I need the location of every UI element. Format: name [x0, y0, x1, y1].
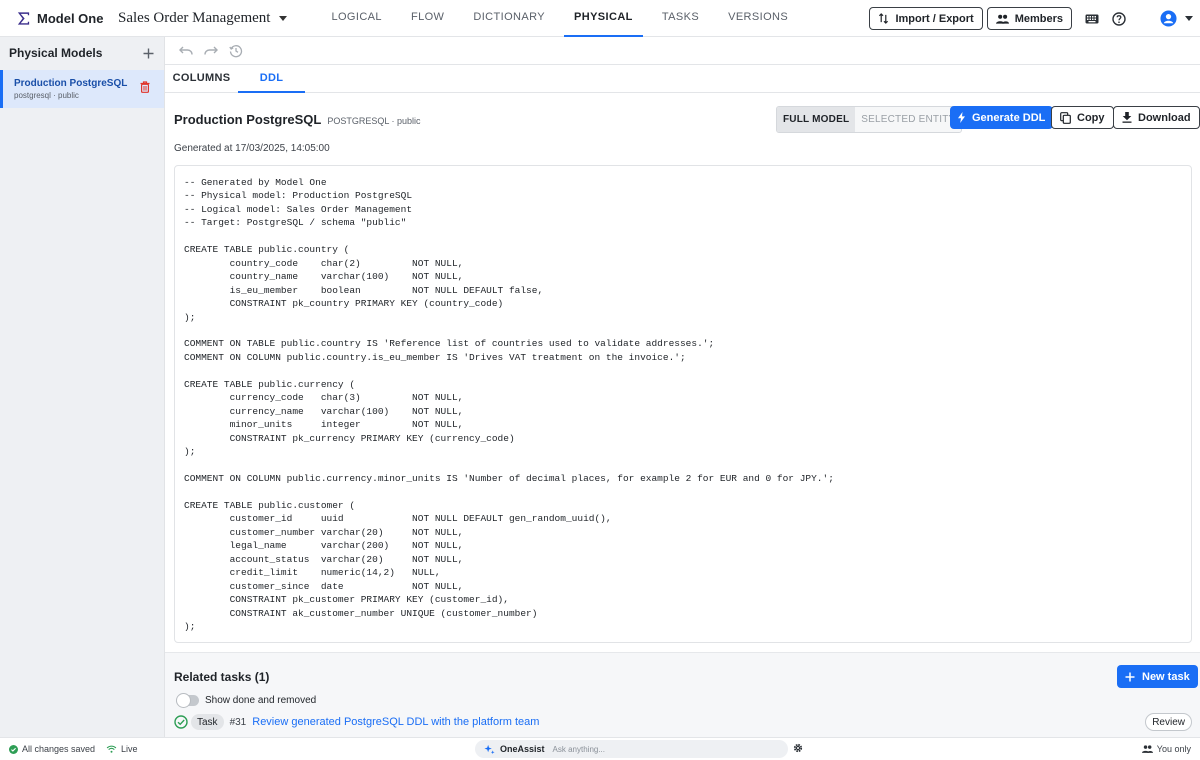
show-done-row: Show done and removed: [176, 693, 317, 708]
model-selector[interactable]: Sales Order Management: [118, 9, 288, 27]
download-label: Download: [1138, 111, 1191, 124]
help-icon: [1112, 11, 1126, 26]
generated-timestamp: Generated at 17/03/2025, 14:05:00: [174, 143, 330, 154]
main-nav: LOGICAL FLOW DICTIONARY PHYSICAL TASKS V…: [321, 0, 807, 37]
tab-columns[interactable]: COLUMNS: [165, 65, 238, 93]
history-icon: [229, 44, 243, 57]
ddl-code-panel[interactable]: -- Generated by Model One -- Physical mo…: [174, 165, 1192, 643]
model-meta: POSTGRESQL · public: [327, 115, 421, 126]
live-status-label: Live: [121, 744, 138, 754]
task-number: #31: [229, 716, 247, 728]
download-button[interactable]: Download: [1113, 106, 1200, 129]
tab-ddl[interactable]: DDL: [238, 65, 305, 93]
tab-dictionary[interactable]: DICTIONARY: [463, 0, 555, 37]
import-export-label: Import / Export: [895, 12, 974, 25]
copy-button[interactable]: Copy: [1051, 106, 1114, 129]
related-tasks-panel: Related tasks (1) New task Show done and…: [165, 652, 1200, 737]
related-tasks-title: Related tasks (1): [174, 670, 270, 684]
show-done-toggle[interactable]: [176, 693, 199, 708]
review-button[interactable]: Review: [1145, 713, 1192, 731]
ddl-code: -- Generated by Model One -- Physical mo…: [184, 177, 834, 632]
help-button[interactable]: [1108, 8, 1130, 30]
check-circle-icon: [174, 715, 188, 729]
assistant-input[interactable]: Ask anything...: [553, 745, 605, 754]
sidebar-header: Physical Models: [0, 37, 164, 69]
chevron-down-icon: [1184, 15, 1193, 21]
status-bar: All changes saved Live OneAssist Ask any…: [0, 737, 1200, 760]
check-circle-icon: [9, 744, 18, 754]
brand-name: Model One: [37, 10, 104, 26]
assistant-name: OneAssist: [500, 744, 545, 754]
import-export-button[interactable]: Import / Export: [869, 7, 983, 30]
sidebar: Physical Models Production PostgreSQL po…: [0, 37, 165, 737]
task-type-badge: Task: [191, 714, 224, 730]
copy-icon: [1060, 111, 1071, 124]
presence-status: You only: [1141, 744, 1191, 754]
sparkle-icon: [484, 744, 495, 754]
history-button[interactable]: [227, 42, 245, 60]
plus-icon[interactable]: [143, 48, 154, 59]
redo-icon: [204, 46, 218, 55]
members-button[interactable]: Members: [986, 7, 1072, 30]
keyboard-icon: [1085, 14, 1099, 23]
generate-ddl-button[interactable]: Generate DDL: [950, 106, 1054, 129]
swap-vertical-icon: [879, 13, 889, 24]
brand[interactable]: Model One: [0, 11, 118, 26]
chevron-down-icon: [279, 15, 288, 21]
tab-flow[interactable]: FLOW: [401, 0, 454, 37]
generate-ddl-label: Generate DDL: [972, 111, 1046, 124]
page-title: Production PostgreSQL: [174, 112, 322, 127]
scope-toggle: FULL MODEL SELECTED ENTITY: [776, 106, 963, 133]
sigma-logo-icon: [17, 11, 30, 25]
group-icon: [1141, 745, 1153, 753]
sidebar-title: Physical Models: [9, 46, 103, 60]
tab-physical[interactable]: PHYSICAL: [563, 0, 643, 37]
gear-icon[interactable]: [793, 743, 803, 753]
task-row: Task #31 Review generated PostgreSQL DDL…: [174, 713, 1192, 731]
undo-icon: [179, 46, 193, 55]
live-status: Live: [106, 744, 138, 754]
save-status: All changes saved: [9, 744, 95, 754]
history-toolbar: [165, 37, 1200, 65]
new-task-button[interactable]: New task: [1117, 665, 1198, 688]
delete-icon[interactable]: [140, 81, 150, 93]
model-title: Sales Order Management: [118, 9, 271, 26]
account-menu-button[interactable]: [1156, 8, 1196, 30]
bolt-icon: [958, 112, 965, 123]
ddl-header: Production PostgreSQL POSTGRESQL · publi…: [174, 106, 1200, 133]
undo-button[interactable]: [177, 42, 195, 60]
avatar-icon: [1159, 10, 1177, 27]
sidebar-item-production-postgresql[interactable]: Production PostgreSQL postgresql · publi…: [0, 70, 164, 108]
redo-button[interactable]: [202, 42, 220, 60]
tab-tasks[interactable]: TASKS: [652, 0, 709, 37]
scope-selected-entity[interactable]: SELECTED ENTITY: [855, 107, 962, 132]
download-icon: [1122, 112, 1132, 123]
members-label: Members: [1014, 12, 1063, 25]
task-title-link[interactable]: Review generated PostgreSQL DDL with the…: [252, 716, 539, 728]
show-done-label: Show done and removed: [205, 695, 317, 706]
plus-icon: [1125, 672, 1135, 681]
tab-versions[interactable]: VERSIONS: [718, 0, 798, 37]
main-panel: COLUMNS DDL Production PostgreSQL POSTGR…: [165, 37, 1200, 737]
tab-logical[interactable]: LOGICAL: [321, 0, 392, 37]
keyboard-shortcuts-button[interactable]: [1081, 8, 1103, 30]
copy-label: Copy: [1077, 111, 1105, 124]
wifi-icon: [106, 745, 117, 753]
scope-full-model[interactable]: FULL MODEL: [777, 107, 856, 132]
subtabs: COLUMNS DDL: [165, 65, 1200, 93]
presence-label: You only: [1156, 744, 1191, 754]
group-icon: [995, 14, 1009, 24]
top-bar: Model One Sales Order Management LOGICAL…: [0, 0, 1200, 37]
assistant-bar[interactable]: OneAssist Ask anything...: [475, 740, 788, 758]
new-task-label: New task: [1142, 670, 1190, 683]
save-status-label: All changes saved: [22, 744, 96, 754]
top-actions: Import / Export Members: [869, 0, 1200, 37]
